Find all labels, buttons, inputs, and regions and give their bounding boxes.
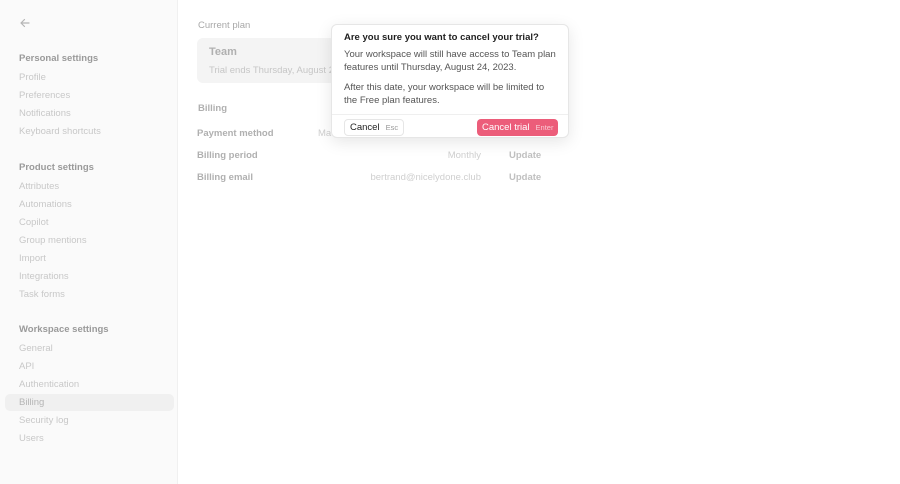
sidebar-item-general[interactable]: General <box>5 340 174 357</box>
sidebar-item-api[interactable]: API <box>5 358 174 375</box>
sidebar-item-task-forms[interactable]: Task forms <box>5 286 174 303</box>
dialog-cancel-button[interactable]: Cancel Esc <box>344 119 405 136</box>
billing-period-label: Billing period <box>197 150 258 161</box>
dialog-footer: Cancel Esc Cancel trial Enter <box>332 114 568 138</box>
billing-period-update-link[interactable]: Update <box>509 150 541 161</box>
sidebar-item-copilot[interactable]: Copilot <box>5 214 174 231</box>
payment-method-label: Payment method <box>197 128 274 139</box>
plan-trial-text: Trial ends Thursday, August 24 <box>209 65 340 76</box>
section-title-product: Product settings <box>19 162 94 173</box>
dialog-title: Are you sure you want to cancel your tri… <box>344 32 539 43</box>
sidebar-item-import[interactable]: Import <box>5 250 174 267</box>
sidebar-item-billing[interactable]: Billing <box>5 394 174 411</box>
cancel-trial-button[interactable]: Cancel trial Enter <box>477 119 559 136</box>
cancel-button-label: Cancel <box>350 122 380 133</box>
billing-period-value: Monthly <box>447 150 481 161</box>
payment-method-value: Ma <box>318 128 332 139</box>
settings-sidebar: Personal settings Profile Preferences No… <box>0 0 178 484</box>
sidebar-item-authentication[interactable]: Authentication <box>5 376 174 393</box>
plan-name: Team <box>209 46 237 58</box>
sidebar-item-security-log[interactable]: Security log <box>5 412 174 429</box>
sidebar-item-users[interactable]: Users <box>5 430 174 447</box>
esc-shortcut-hint: Esc <box>385 123 399 132</box>
billing-email-update-link[interactable]: Update <box>509 172 541 183</box>
sidebar-item-attributes[interactable]: Attributes <box>5 178 174 195</box>
dialog-paragraph-access: Your workspace will still have access to… <box>344 49 556 73</box>
sidebar-item-notifications[interactable]: Notifications <box>5 105 174 122</box>
current-plan-heading: Current plan <box>198 20 251 31</box>
sidebar-item-keyboard-shortcuts[interactable]: Keyboard shortcuts <box>5 123 174 140</box>
sidebar-item-profile[interactable]: Profile <box>5 69 174 86</box>
billing-email-value: bertrand@nicelydone.club <box>370 172 481 183</box>
cancel-trial-button-label: Cancel trial <box>482 122 530 133</box>
sidebar-item-preferences[interactable]: Preferences <box>5 87 174 104</box>
cancel-trial-dialog: Are you sure you want to cancel your tri… <box>331 24 569 138</box>
sidebar-item-automations[interactable]: Automations <box>5 196 174 213</box>
sidebar-item-group-mentions[interactable]: Group mentions <box>5 232 174 249</box>
section-title-personal: Personal settings <box>19 53 99 64</box>
sidebar-item-integrations[interactable]: Integrations <box>5 268 174 285</box>
section-title-workspace: Workspace settings <box>19 324 109 335</box>
billing-email-label: Billing email <box>197 172 253 183</box>
dialog-paragraph-limit: After this date, your workspace will be … <box>344 82 545 106</box>
enter-shortcut-hint: Enter <box>535 123 554 132</box>
billing-heading: Billing <box>198 103 228 114</box>
back-arrow-icon[interactable] <box>18 16 32 30</box>
